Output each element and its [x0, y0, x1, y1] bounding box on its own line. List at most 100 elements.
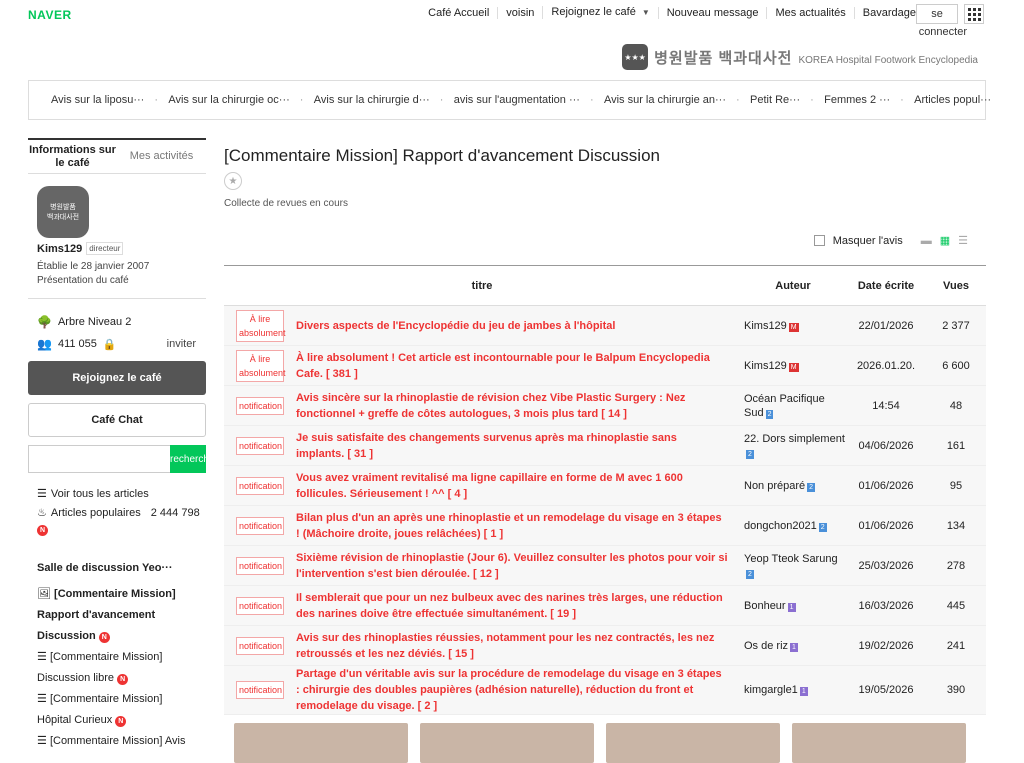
nav-search-input[interactable]: se [916, 4, 958, 24]
invite-link[interactable]: inviter [167, 338, 196, 350]
post-author[interactable]: Yeop Tteok Sarung 2 [740, 545, 846, 586]
hide-notice-checkbox[interactable] [813, 235, 825, 246]
board-item[interactable]: ☰ [Commentaire Mission] [37, 647, 206, 668]
page-title: [Commentaire Mission] Rapport d'avanceme… [224, 146, 660, 165]
thumbnail[interactable] [792, 723, 966, 763]
nav-chat[interactable]: Bavardage [853, 6, 924, 19]
table-row[interactable]: notification Il semblerait que pour un n… [224, 585, 986, 626]
author-name: kimgargle1 [744, 684, 798, 696]
nav-join-label: Rejoignez le café [551, 6, 636, 18]
post-date: 01/06/2026 [846, 505, 926, 546]
post-author[interactable]: Kims129 M [740, 305, 846, 346]
post-label-cell: notification [224, 545, 296, 586]
post-title[interactable]: À lire absolument ! Cet article est inco… [296, 345, 740, 386]
post-label-badge: notification [236, 516, 284, 535]
board-item-label: [Commentaire Mission] [54, 588, 176, 600]
post-author[interactable]: dongchon2021 2 [740, 505, 846, 546]
board-item[interactable]: 🖼 [Commentaire Mission] [37, 584, 206, 605]
nav-cafe-home[interactable]: Café Accueil [420, 7, 497, 19]
nav-join-cafe[interactable]: Rejoignez le café ▼ [542, 6, 657, 19]
post-author[interactable]: kimgargle1 1 [740, 665, 846, 715]
menu-item[interactable]: Articles popul··· [900, 94, 1003, 106]
post-title[interactable]: Vous avez vraiment revitalisé ma ligne c… [296, 465, 740, 506]
post-title[interactable]: Avis sur des rhinoplasties réussies, not… [296, 625, 740, 666]
menu-item[interactable]: Avis sur la chirurgie oc··· [154, 94, 301, 106]
album-view-icon[interactable]: ☰ [958, 234, 968, 247]
post-title[interactable]: Bilan plus d'un an après une rhinoplasti… [296, 505, 740, 546]
post-author[interactable]: Océan Pacifique Sud 2 [740, 385, 846, 426]
table-row[interactable]: notification Partage d'un véritable avis… [224, 665, 986, 715]
menu-item[interactable]: avis sur l'augmentation ··· [440, 94, 592, 106]
login-link[interactable]: connecter [919, 26, 967, 38]
nav-neighbor[interactable]: voisin [497, 6, 542, 19]
new-badge-icon: N [37, 525, 48, 536]
menu-item[interactable]: Avis sur la chirurgie d··· [300, 94, 442, 106]
all-posts-link[interactable]: Voir tous les articles [51, 488, 149, 500]
popular-posts-link[interactable]: Articles populaires [51, 507, 141, 519]
cafe-chat-button[interactable]: Café Chat [28, 403, 206, 437]
board-item-label[interactable]: Rapport d'avancement [37, 605, 206, 626]
post-title[interactable]: Sixième révision de rhinoplastie (Jour 6… [296, 545, 740, 586]
menu-item[interactable]: Avis sur la chirurgie an··· [590, 94, 738, 106]
menu-item[interactable]: Avis sur la liposu··· [39, 94, 156, 106]
thumbnail[interactable] [606, 723, 780, 763]
list-view-icon[interactable]: ▬ [921, 235, 932, 247]
cafe-level[interactable]: Arbre Niveau 2 [58, 316, 131, 328]
post-author[interactable]: Os de riz 1 [740, 625, 846, 666]
board-group-title[interactable]: Salle de discussion Yeo··· [37, 562, 206, 574]
post-title[interactable]: Divers aspects de l'Encyclopédie du jeu … [296, 305, 740, 346]
post-title[interactable]: Je suis satisfaite des changements surve… [296, 425, 740, 466]
table-row[interactable]: À lire absolument Divers aspects de l'En… [224, 305, 986, 346]
board-item[interactable]: ☰ [Commentaire Mission] [37, 689, 206, 710]
post-author[interactable]: Bonheur 1 [740, 585, 846, 626]
menu-item[interactable]: Petit Re··· [736, 94, 812, 106]
hide-notice-label[interactable]: Masquer l'avis [833, 235, 903, 247]
nav-my-news[interactable]: Mes actualités [766, 6, 853, 19]
post-label-cell: notification [224, 625, 296, 666]
table-row[interactable]: notification Sixième révision de rhinopl… [224, 545, 986, 586]
card-view-icon[interactable]: ▦ [940, 234, 950, 247]
nav-new-message[interactable]: Nouveau message [657, 6, 767, 19]
join-cafe-button[interactable]: Rejoignez le café [28, 361, 206, 395]
tab-my-activity[interactable]: Mes activités [117, 140, 206, 173]
thumbnail[interactable] [420, 723, 594, 763]
post-author[interactable]: Non préparé 2 [740, 465, 846, 506]
cafe-banner[interactable]: ★★★ 병원발품 백과대사전 KOREA Hospital Footwork E… [622, 44, 978, 70]
photo-strip [234, 723, 966, 763]
board-item[interactable]: Discussion N [37, 626, 206, 647]
post-author[interactable]: Kims129 M [740, 345, 846, 386]
table-row[interactable]: notification Bilan plus d'un an après un… [224, 505, 986, 546]
star-icon[interactable]: ★ [224, 172, 242, 190]
list-icon: ☰ [37, 651, 47, 663]
board-item[interactable]: Discussion libre N [37, 668, 206, 689]
manager-name[interactable]: Kims129 [37, 243, 82, 255]
apps-grid-icon[interactable] [964, 4, 984, 24]
table-row[interactable]: notification Avis sincère sur la rhinopl… [224, 385, 986, 426]
post-date: 19/02/2026 [846, 625, 926, 666]
post-title[interactable]: Avis sincère sur la rhinoplastie de révi… [296, 385, 740, 426]
table-row[interactable]: À lire absolument À lire absolument ! Ce… [224, 345, 986, 386]
post-title[interactable]: Partage d'un véritable avis sur la procé… [296, 665, 740, 715]
tab-cafe-info[interactable]: Informations sur le café [28, 140, 117, 173]
table-row[interactable]: notification Avis sur des rhinoplasties … [224, 625, 986, 666]
table-row[interactable]: notification Vous avez vraiment revitali… [224, 465, 986, 506]
naver-logo[interactable]: NAVER [28, 8, 72, 22]
cafe-intro-link[interactable]: Présentation du café [37, 275, 206, 286]
post-title[interactable]: Il semblerait que pour un nez bulbeux av… [296, 585, 740, 626]
chevron-down-icon[interactable]: ▼ [642, 8, 650, 17]
post-author[interactable]: 22. Dors simplement 2 [740, 425, 846, 466]
board-item[interactable]: ☰ [Commentaire Mission] Avis [37, 731, 206, 752]
cafe-avatar[interactable]: 병원발품 백과대사전 [37, 186, 89, 238]
cafe-logo-icon: ★★★ [622, 44, 649, 70]
menu-item[interactable]: Femmes 2 ··· [810, 94, 902, 106]
member-level-icon: 2 [765, 409, 774, 419]
post-label-cell: À lire absolument [224, 345, 296, 386]
table-row[interactable]: notification Je suis satisfaite des chan… [224, 425, 986, 466]
thumbnail[interactable] [234, 723, 408, 763]
board-item-label: Hôpital Curieux [37, 714, 113, 726]
board-item[interactable]: Hôpital Curieux N [37, 710, 206, 731]
cafe-search-input[interactable] [28, 445, 170, 473]
member-count[interactable]: 411 055 [58, 338, 97, 350]
member-level-icon: 1 [790, 642, 798, 652]
cafe-search-button[interactable]: recherche [170, 445, 206, 473]
